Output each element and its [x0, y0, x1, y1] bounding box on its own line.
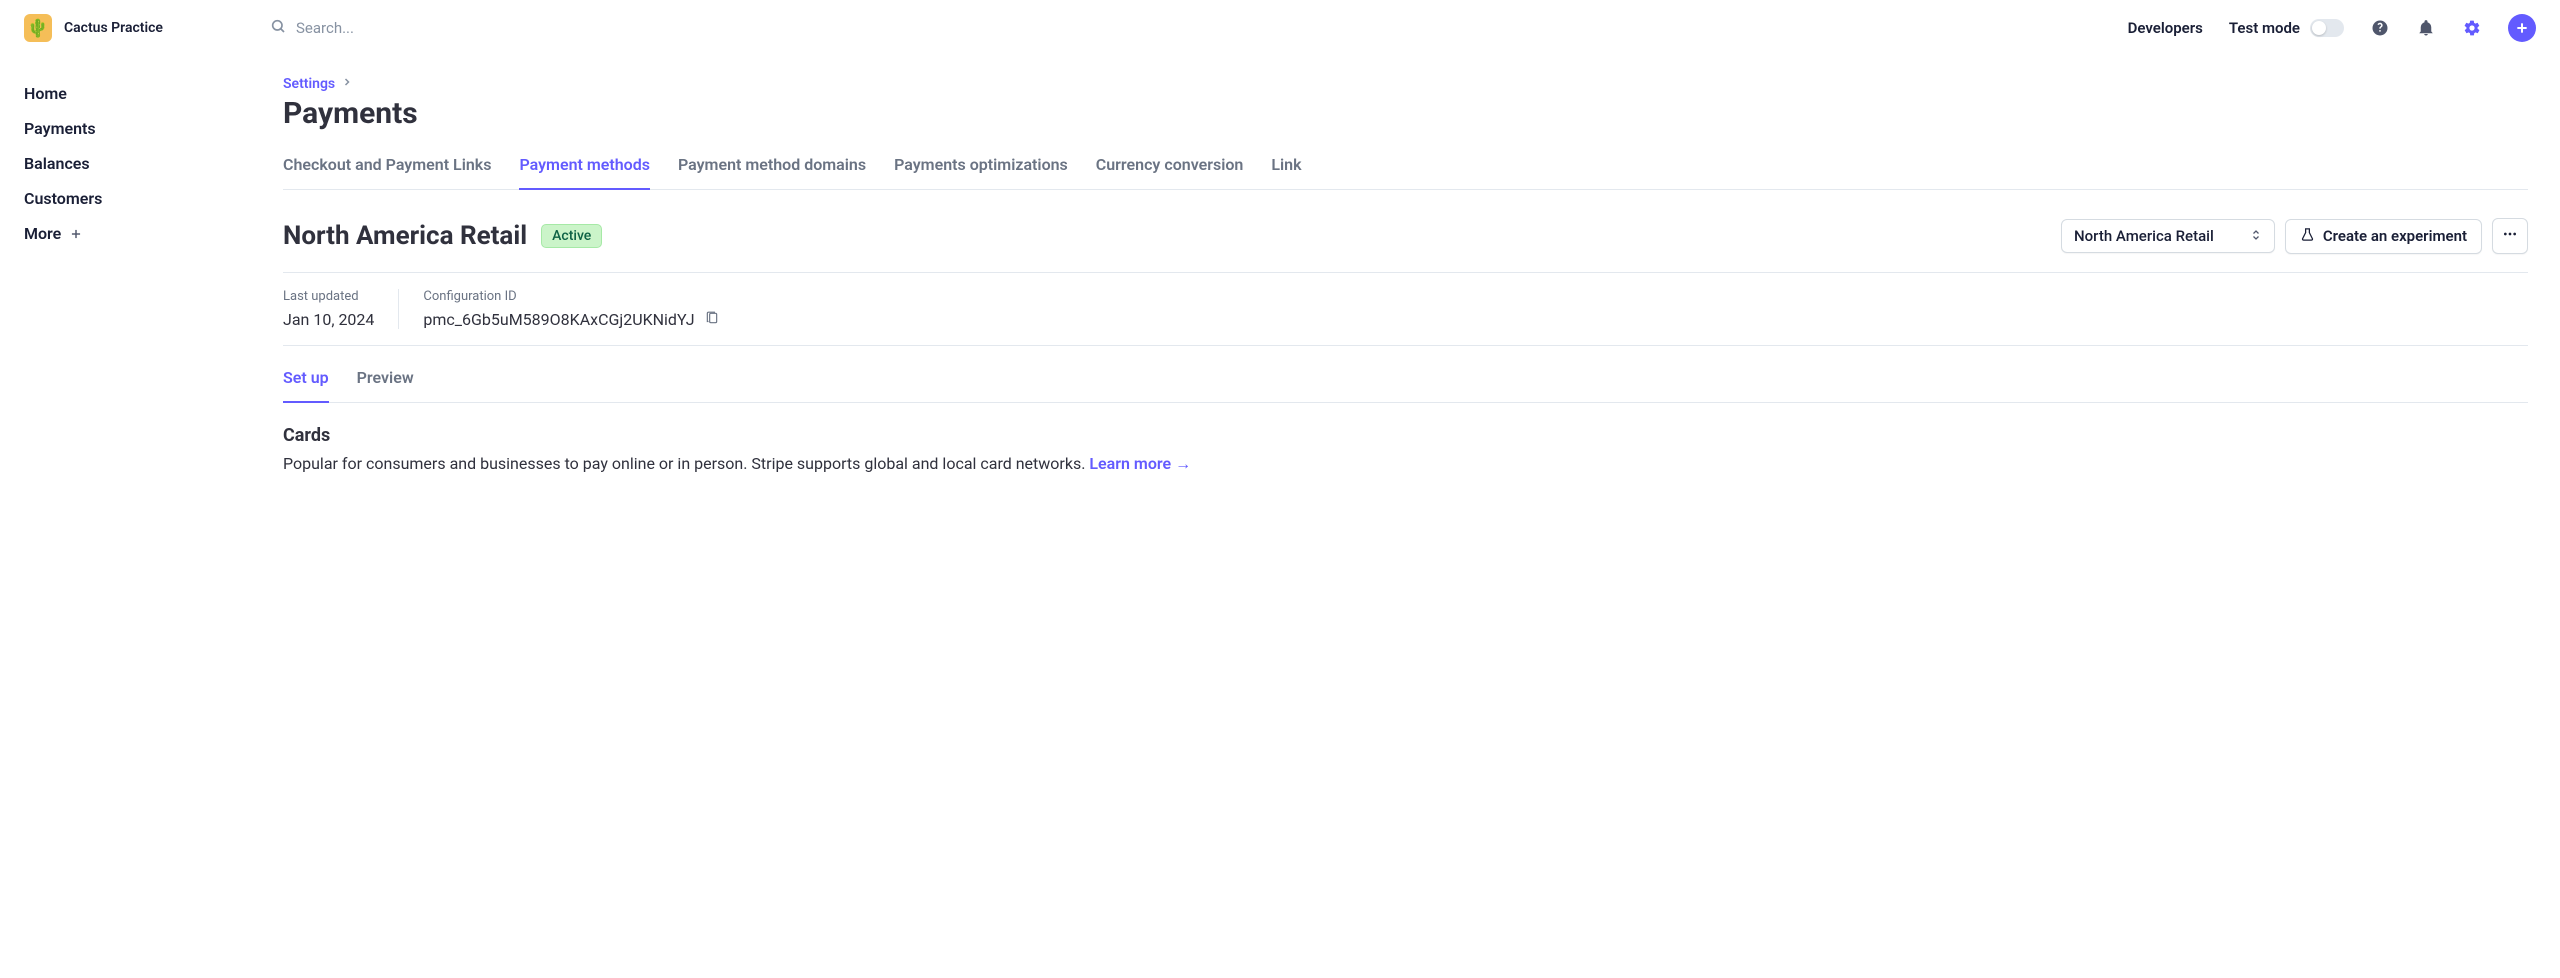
status-badge: Active — [541, 224, 602, 248]
test-mode-toggle[interactable] — [2310, 19, 2344, 37]
section-cards-desc: Popular for consumers and businesses to … — [283, 454, 2528, 474]
beaker-icon — [2300, 227, 2315, 246]
last-updated-label: Last updated — [283, 289, 374, 304]
create-experiment-button[interactable]: Create an experiment — [2285, 219, 2482, 254]
tab-link[interactable]: Link — [1271, 155, 1301, 190]
subtab-preview[interactable]: Preview — [357, 368, 414, 403]
section-cards-title: Cards — [283, 425, 2528, 446]
tabs: Checkout and Payment Links Payment metho… — [283, 155, 2528, 190]
nav-payments[interactable]: Payments — [24, 111, 231, 146]
search-input[interactable] — [296, 19, 496, 37]
nav-balances[interactable]: Balances — [24, 146, 231, 181]
test-mode-label: Test mode — [2229, 19, 2300, 37]
tab-checkout-links[interactable]: Checkout and Payment Links — [283, 155, 491, 190]
chevron-updown-icon — [2250, 227, 2262, 245]
notifications-icon[interactable] — [2416, 18, 2436, 38]
settings-icon[interactable] — [2462, 18, 2482, 38]
tab-currency-conversion[interactable]: Currency conversion — [1096, 155, 1244, 190]
search-container[interactable] — [270, 12, 2112, 44]
config-id-value: pmc_6Gb5uM589O8KAxCGj2UKNidYJ — [423, 310, 694, 329]
page-title: Payments — [283, 96, 2528, 131]
chevron-right-icon — [341, 76, 353, 92]
subtabs: Set up Preview — [283, 368, 2528, 403]
config-title: North America Retail — [283, 221, 527, 251]
brand-section[interactable]: 🌵 Cactus Practice — [24, 14, 254, 42]
tab-payment-methods[interactable]: Payment methods — [519, 155, 650, 190]
nav-home[interactable]: Home — [24, 76, 231, 111]
last-updated-value: Jan 10, 2024 — [283, 310, 374, 329]
search-icon — [270, 18, 286, 38]
config-id-label: Configuration ID — [423, 289, 718, 304]
nav-customers[interactable]: Customers — [24, 181, 231, 216]
test-mode-group: Test mode — [2229, 19, 2344, 37]
tab-payment-method-domains[interactable]: Payment method domains — [678, 155, 866, 190]
clipboard-icon[interactable] — [705, 310, 719, 329]
section-cards-desc-text: Popular for consumers and businesses to … — [283, 454, 1089, 473]
learn-more-link[interactable]: Learn more → — [1089, 454, 1191, 473]
brand-logo-icon: 🌵 — [24, 14, 52, 42]
tab-payments-optimizations[interactable]: Payments optimizations — [894, 155, 1068, 190]
breadcrumb: Settings — [283, 76, 2528, 92]
nav-more-label: More — [24, 224, 61, 243]
developers-link[interactable]: Developers — [2128, 19, 2203, 37]
brand-name: Cactus Practice — [64, 20, 163, 36]
sidebar: Home Payments Balances Customers More — [0, 56, 255, 591]
dots-horizontal-icon — [2502, 226, 2518, 246]
more-actions-button[interactable] — [2492, 218, 2528, 254]
nav-more[interactable]: More — [24, 216, 231, 251]
help-icon[interactable] — [2370, 18, 2390, 38]
add-button[interactable] — [2508, 14, 2536, 42]
plus-icon — [69, 227, 83, 241]
config-selector-value: North America Retail — [2074, 227, 2214, 245]
config-selector[interactable]: North America Retail — [2061, 219, 2275, 253]
create-experiment-label: Create an experiment — [2323, 227, 2467, 245]
breadcrumb-settings-link[interactable]: Settings — [283, 76, 335, 92]
subtab-setup[interactable]: Set up — [283, 368, 329, 403]
